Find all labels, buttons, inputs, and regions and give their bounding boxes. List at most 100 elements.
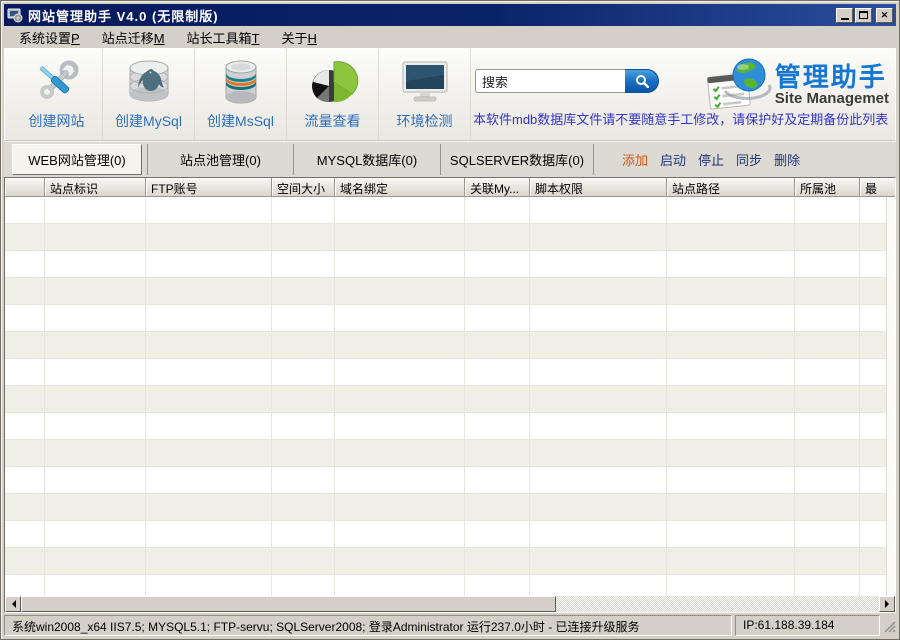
table-cell: [272, 359, 335, 385]
table-header: 站点标识 FTP账号 空间大小 域名绑定 关联My... 脚本权限 站点路径 所…: [5, 178, 895, 197]
tab-sqlserver-database[interactable]: SQLSERVER数据库(0): [441, 144, 594, 175]
logo-text: 管理助手 Site Managemet: [775, 63, 889, 107]
tab-mysql-database[interactable]: MYSQL数据库(0): [294, 144, 441, 175]
search-button[interactable]: [625, 69, 659, 93]
title-bar: 网站管理助手 V4.0 (无限制版) ✕: [4, 4, 896, 26]
table-cell: [667, 413, 795, 439]
column-header-blank[interactable]: [5, 178, 45, 197]
column-header-domain-binding[interactable]: 域名绑定: [335, 178, 465, 197]
table-cell: [5, 197, 45, 223]
column-header-ftp-account[interactable]: FTP账号: [146, 178, 272, 197]
table-cell: [465, 494, 530, 520]
create-mysql-button[interactable]: 创建MySql: [103, 49, 195, 140]
column-header-site-id[interactable]: 站点标识: [45, 178, 146, 197]
column-header-linked-mysql[interactable]: 关联My...: [465, 178, 530, 197]
table-cell: [795, 575, 860, 596]
tab-site-pool-management[interactable]: 站点池管理(0): [147, 144, 294, 175]
status-info: 系统win2008_x64 IIS7.5; MYSQL5.1; FTP-serv…: [4, 615, 732, 636]
table-cell: [795, 359, 860, 385]
environment-check-button[interactable]: 环境检测: [379, 49, 471, 140]
tool-button-label: 创建MsSql: [207, 111, 274, 131]
table-row: [5, 305, 895, 332]
menu-item-site-migration[interactable]: 站点迁移M: [91, 25, 176, 50]
table-cell: [795, 278, 860, 304]
minimize-icon: [841, 18, 849, 20]
table-cell: [795, 386, 860, 412]
column-header-truncated[interactable]: 最: [860, 178, 895, 197]
tab-web-site-management[interactable]: WEB网站管理(0): [12, 144, 142, 175]
table-cell: [795, 521, 860, 547]
monitor-icon: [399, 58, 451, 106]
menu-item-about[interactable]: 关于H: [271, 25, 328, 50]
table-cell: [272, 386, 335, 412]
table-cell: [45, 224, 146, 250]
resize-grip[interactable]: [883, 615, 896, 636]
table-cell: [335, 332, 465, 358]
table-cell: [335, 413, 465, 439]
table-row: [5, 278, 895, 305]
table-cell: [667, 548, 795, 574]
minimize-button[interactable]: [836, 8, 853, 23]
table-cell: [465, 575, 530, 596]
create-website-button[interactable]: 创建网站: [11, 49, 103, 140]
table-cell: [667, 440, 795, 466]
tool-button-label: 环境检测: [397, 111, 453, 131]
table-cell: [146, 332, 272, 358]
start-link[interactable]: 启动: [660, 150, 686, 169]
traffic-view-button[interactable]: 流量查看: [287, 49, 379, 140]
table-cell: [5, 575, 45, 596]
tool-button-label: 创建网站: [29, 111, 85, 131]
table-cell: [667, 359, 795, 385]
delete-link[interactable]: 删除: [774, 150, 800, 169]
table-cell: [530, 440, 667, 466]
table-cell: [45, 548, 146, 574]
column-header-script-permission[interactable]: 脚本权限: [530, 178, 667, 197]
table-cell: [795, 305, 860, 331]
table-cell: [667, 494, 795, 520]
table-row: [5, 251, 895, 278]
table-cell: [272, 521, 335, 547]
maximize-button[interactable]: [855, 8, 872, 23]
table-cell: [272, 278, 335, 304]
table-row: [5, 575, 895, 596]
scroll-right-button[interactable]: [879, 596, 895, 612]
create-mssql-button[interactable]: 创建MsSql: [195, 49, 287, 140]
scrollbar-thumb[interactable]: [21, 596, 556, 612]
menu-item-system-settings[interactable]: 系统设置P: [8, 25, 91, 50]
column-header-site-path[interactable]: 站点路径: [667, 178, 795, 197]
table-cell: [465, 305, 530, 331]
stop-link[interactable]: 停止: [698, 150, 724, 169]
table-cell: [530, 413, 667, 439]
sync-link[interactable]: 同步: [736, 150, 762, 169]
table-body: [5, 197, 895, 596]
table-cell: [530, 386, 667, 412]
table-cell: [272, 224, 335, 250]
table-cell: [335, 251, 465, 277]
table-row: [5, 413, 895, 440]
table-cell: [795, 494, 860, 520]
vertical-scrollbar-track[interactable]: [886, 197, 895, 596]
search-input[interactable]: [475, 69, 625, 93]
table-cell: [465, 467, 530, 493]
table-cell: [45, 386, 146, 412]
column-header-space-size[interactable]: 空间大小: [272, 178, 335, 197]
table-row: [5, 521, 895, 548]
table-cell: [465, 278, 530, 304]
status-ip: IP:61.188.39.184: [735, 615, 880, 636]
horizontal-scrollbar[interactable]: [5, 596, 895, 612]
add-link[interactable]: 添加: [622, 150, 648, 169]
site-list-panel: 站点标识 FTP账号 空间大小 域名绑定 关联My... 脚本权限 站点路径 所…: [4, 177, 896, 613]
scroll-left-button[interactable]: [5, 596, 21, 612]
column-header-owner-pool[interactable]: 所属池: [795, 178, 860, 197]
table-cell: [272, 440, 335, 466]
table-cell: [667, 305, 795, 331]
table-cell: [795, 413, 860, 439]
scrollbar-track[interactable]: [556, 596, 879, 612]
mssql-db-icon: [218, 58, 264, 106]
close-button[interactable]: ✕: [876, 8, 893, 23]
menu-item-webmaster-tools[interactable]: 站长工具箱T: [176, 25, 271, 50]
table-cell: [335, 494, 465, 520]
table-cell: [5, 440, 45, 466]
table-row: [5, 467, 895, 494]
table-cell: [5, 359, 45, 385]
